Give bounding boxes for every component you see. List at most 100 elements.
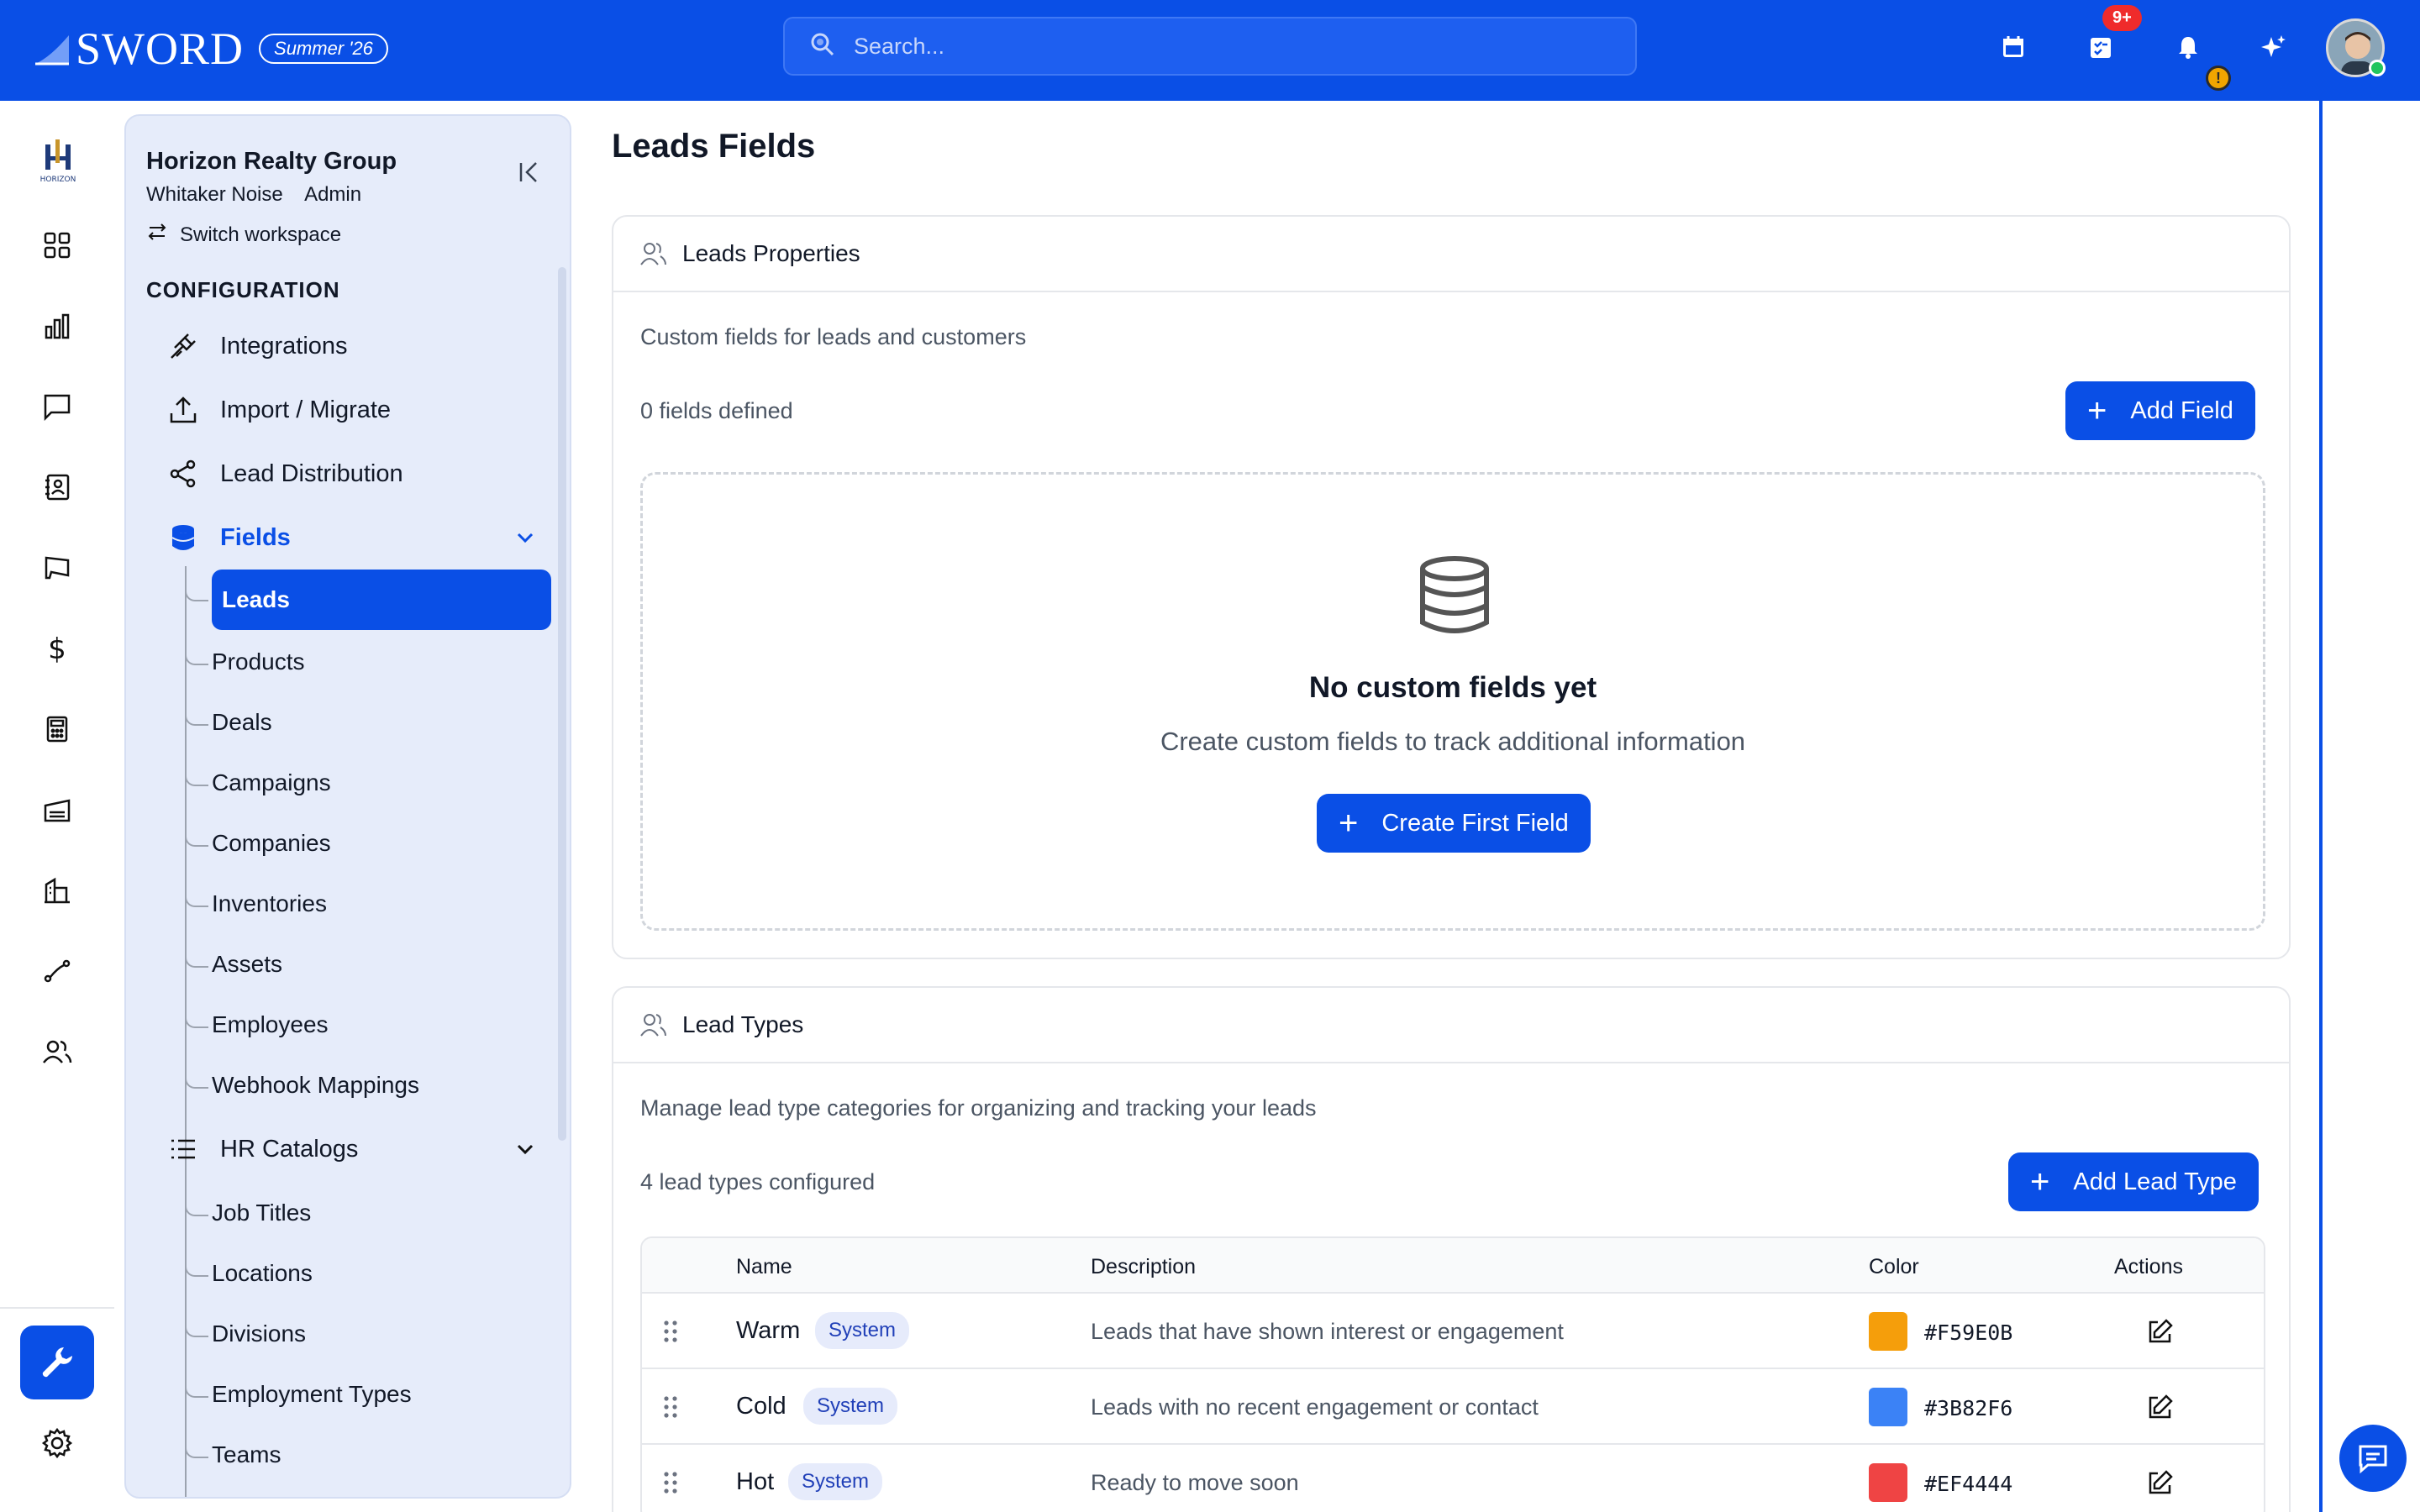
add-lead-type-button[interactable]: + Add Lead Type — [2008, 1152, 2259, 1211]
edit-icon[interactable] — [2146, 1393, 2175, 1421]
warehouse-icon[interactable] — [39, 791, 76, 828]
system-badge: System — [815, 1312, 910, 1349]
fields-sub-item-campaigns[interactable]: Campaigns — [185, 758, 551, 808]
panel-description: Custom fields for leads and customers — [640, 324, 1027, 349]
lead-type-name: Hot — [736, 1468, 775, 1495]
table-row: Cold System Leads with no recent engagem… — [642, 1369, 2264, 1445]
hr-sub-item-employment-types[interactable]: Employment Types — [185, 1369, 551, 1420]
dashboard-grid-icon[interactable] — [39, 227, 76, 264]
table-header: Name Description Color Actions — [642, 1238, 2264, 1294]
team-users-icon[interactable] — [39, 1033, 76, 1070]
sub-item-label: Leads — [222, 586, 290, 612]
fields-sub-item-deals[interactable]: Deals — [185, 697, 551, 748]
edit-icon[interactable] — [2146, 1468, 2175, 1497]
global-search[interactable]: Search... — [783, 17, 1637, 76]
dollar-icon[interactable]: $ — [39, 630, 76, 667]
fields-sub-item-assets[interactable]: Assets — [185, 939, 551, 990]
sidebar-item-label: HR Catalogs — [220, 1135, 359, 1163]
icon-rail: HORIZON $ — [0, 101, 114, 1512]
fields-sub-item-webhook-mappings[interactable]: Webhook Mappings — [185, 1060, 551, 1110]
add-field-button[interactable]: + Add Field — [2065, 381, 2255, 440]
hr-sub-item-locations[interactable]: Locations — [185, 1248, 551, 1299]
gear-icon[interactable] — [39, 1425, 76, 1462]
column-header-color[interactable]: Color — [1869, 1255, 1919, 1279]
sub-item-label: Inventories — [212, 890, 327, 916]
calculator-icon[interactable] — [39, 711, 76, 748]
drag-handle-icon[interactable] — [660, 1470, 681, 1495]
swap-arrows-icon — [146, 222, 168, 248]
sidebar-item-import-migrate[interactable]: Import / Migrate — [166, 385, 391, 435]
sub-item-label: Products — [212, 648, 305, 675]
sidebar-scrollbar[interactable] — [558, 267, 566, 1141]
collapse-sidebar-icon[interactable] — [516, 158, 544, 186]
edit-icon[interactable] — [2146, 1317, 2175, 1346]
sidebar-item-hr-catalogs[interactable]: HR Catalogs — [166, 1124, 358, 1174]
user-role: Admin — [304, 183, 362, 206]
table-row: Hot System Ready to move soon #EF4444 — [642, 1445, 2264, 1512]
switch-workspace-link[interactable]: Switch workspace — [146, 222, 341, 248]
create-first-field-button[interactable]: + Create First Field — [1317, 794, 1591, 853]
fields-sub-item-leads[interactable]: Leads — [185, 570, 551, 630]
panel-header: Leads Properties — [613, 217, 2289, 292]
route-icon[interactable] — [39, 953, 76, 990]
message-icon[interactable] — [39, 388, 76, 425]
fields-sub-item-products[interactable]: Products — [185, 637, 551, 687]
sidebar-item-integrations[interactable]: Integrations — [166, 321, 348, 371]
sidebar-item-lead-distribution[interactable]: Lead Distribution — [166, 449, 403, 499]
svg-text:$: $ — [48, 634, 66, 663]
top-bar: SWORD Summer '26 Search... 9+ ! — [0, 0, 2420, 101]
hr-sub-item-teams[interactable]: Teams — [185, 1430, 551, 1480]
drag-handle-icon[interactable] — [660, 1394, 681, 1420]
fields-sub-item-employees[interactable]: Employees — [185, 1000, 551, 1050]
brand-logo[interactable]: SWORD Summer '26 — [34, 22, 388, 76]
fields-count: 0 fields defined — [640, 398, 793, 423]
sub-item-label: Locations — [212, 1260, 313, 1286]
user-name: Whitaker Noise — [146, 183, 283, 206]
list-icon — [166, 1132, 200, 1166]
sidebar-item-fields[interactable]: Fields — [166, 512, 291, 563]
svg-text:HORIZON: HORIZON — [40, 176, 76, 184]
plus-icon: + — [2087, 392, 2107, 429]
sidebar-item-label: Import / Migrate — [220, 396, 392, 423]
column-header-description[interactable]: Description — [1091, 1255, 1196, 1279]
hr-sub-item-job-titles[interactable]: Job Titles — [185, 1188, 551, 1238]
users-icon — [640, 1010, 671, 1040]
buildings-icon[interactable] — [39, 872, 76, 909]
sparkle-ai-icon[interactable] — [2257, 30, 2291, 64]
bar-chart-icon[interactable] — [39, 307, 76, 344]
column-header-name[interactable]: Name — [736, 1255, 792, 1279]
calendar-icon[interactable] — [1996, 30, 2030, 64]
configuration-wrench-button[interactable] — [20, 1326, 94, 1399]
color-swatch — [1869, 1463, 1907, 1502]
fields-sub-item-inventories[interactable]: Inventories — [185, 879, 551, 929]
sub-item-label: Deals — [212, 709, 272, 735]
table-row: Warm System Leads that have shown intere… — [642, 1294, 2264, 1369]
database-icon — [1416, 555, 1493, 636]
rail-divider — [0, 1307, 114, 1309]
search-input[interactable]: Search... — [854, 34, 944, 60]
database-icon — [166, 521, 200, 554]
button-label: Add Field — [2130, 396, 2233, 424]
bell-icon[interactable] — [2171, 30, 2205, 64]
wrench-icon — [42, 1347, 72, 1378]
chevron-down-icon[interactable] — [513, 1137, 538, 1162]
sub-item-label: Campaigns — [212, 769, 331, 795]
chevron-down-icon[interactable] — [513, 525, 538, 550]
right-panel-edge — [2319, 101, 2323, 1512]
chat-support-button[interactable] — [2339, 1425, 2407, 1492]
sub-item-label: Employees — [212, 1011, 329, 1037]
tasks-icon[interactable] — [2084, 30, 2118, 64]
lead-type-description: Ready to move soon — [1091, 1470, 1299, 1495]
color-hex: #3B82F6 — [1924, 1396, 2013, 1420]
column-header-actions: Actions — [2114, 1255, 2183, 1278]
workspace-user: Whitaker Noise Admin — [146, 183, 361, 207]
megaphone-icon[interactable] — [39, 549, 76, 586]
sidebar-item-label: Fields — [220, 523, 291, 551]
drag-handle-icon[interactable] — [660, 1319, 681, 1344]
color-swatch — [1869, 1312, 1907, 1351]
horizon-logo-icon[interactable]: HORIZON — [30, 134, 86, 190]
contacts-book-icon[interactable] — [39, 469, 76, 506]
lead-types-panel: Lead Types Manage lead type categories f… — [612, 986, 2291, 1512]
hr-sub-item-divisions[interactable]: Divisions — [185, 1309, 551, 1359]
fields-sub-item-companies[interactable]: Companies — [185, 818, 551, 869]
